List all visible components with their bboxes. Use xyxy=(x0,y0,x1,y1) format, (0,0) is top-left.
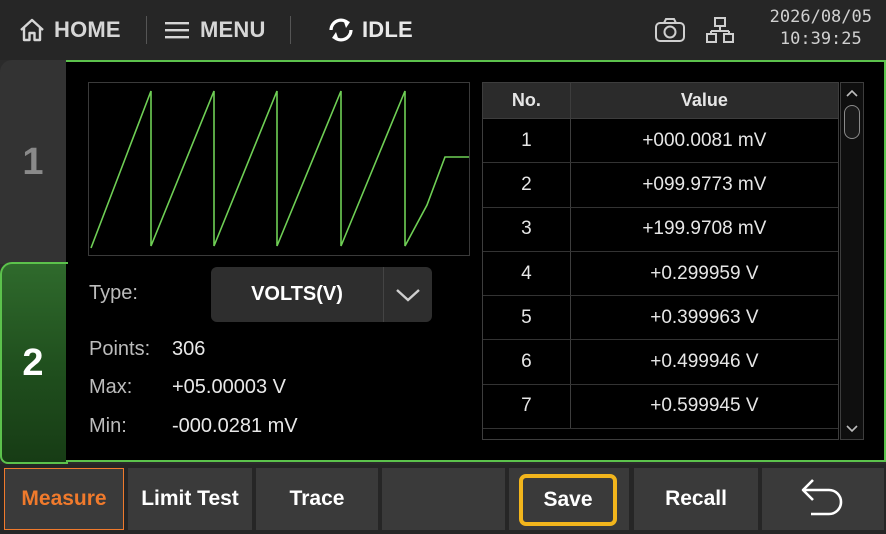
trace-waveform xyxy=(90,90,469,249)
tab-2[interactable]: 2 xyxy=(0,264,66,462)
column-header-no: No. xyxy=(483,83,571,118)
trace-preview xyxy=(88,82,470,256)
row-number: 7 xyxy=(483,384,571,429)
table-row[interactable]: 2 +099.9773 mV xyxy=(483,163,838,208)
camera-icon xyxy=(654,17,686,43)
measure-label: Measure xyxy=(21,487,107,510)
table-row[interactable]: 1 +000.0081 mV xyxy=(483,119,838,164)
row-value: +199.9708 mV xyxy=(642,218,767,240)
row-value: +0.299959 V xyxy=(650,262,759,284)
limit-test-label: Limit Test xyxy=(141,487,239,510)
empty-softkey[interactable] xyxy=(382,468,505,530)
datetime: 2026/08/05 10:39:25 xyxy=(770,6,872,50)
home-button[interactable]: HOME xyxy=(18,0,121,60)
save-button[interactable]: Save xyxy=(519,474,617,526)
tab-1-label: 1 xyxy=(22,140,44,183)
home-icon xyxy=(18,17,46,43)
date-text: 2026/08/05 xyxy=(769,7,872,27)
row-number: 4 xyxy=(483,251,571,296)
measure-button[interactable]: Measure xyxy=(4,468,124,530)
type-dropdown[interactable]: VOLTS(V) xyxy=(211,267,432,322)
hamburger-menu-icon xyxy=(164,19,190,41)
data-table[interactable]: No. Value 1 +000.0081 mV 2 +099.9773 mV 3 +19… xyxy=(482,82,839,440)
network-icon xyxy=(706,16,734,44)
status-indicator: IDLE xyxy=(326,0,413,60)
row-number: 5 xyxy=(483,296,571,340)
table-row[interactable]: 5 +0.399963 V xyxy=(483,296,838,341)
table-row[interactable]: 7 +0.599945 V xyxy=(483,384,838,430)
points-value: 306 xyxy=(172,338,206,360)
scrollbar-thumb[interactable] xyxy=(844,105,860,139)
table-scrollbar[interactable] xyxy=(840,82,864,440)
points-label: Points: xyxy=(89,338,151,360)
menu-label: MENU xyxy=(200,17,266,42)
table-row[interactable]: 3 +199.9708 mV xyxy=(483,207,838,252)
min-label: Min: xyxy=(89,415,127,437)
trace-label: Trace xyxy=(289,487,345,510)
scroll-down-icon[interactable] xyxy=(841,419,863,439)
refresh-icon xyxy=(326,16,356,44)
scroll-up-icon[interactable] xyxy=(841,83,863,103)
row-number: 1 xyxy=(483,119,571,163)
row-value: +0.599945 V xyxy=(650,395,759,417)
trace-button[interactable]: Trace xyxy=(256,468,378,530)
row-number: 2 xyxy=(483,163,571,207)
type-dropdown-value: VOLTS(V) xyxy=(251,283,343,305)
top-bar: HOME MENU IDLE 2026/08/05 10:39:25 xyxy=(0,0,886,60)
row-number: 6 xyxy=(483,340,571,384)
min-value: -000.0281 mV xyxy=(172,415,298,437)
network-status xyxy=(706,0,734,60)
row-number: 3 xyxy=(483,207,571,251)
row-value: +0.499946 V xyxy=(650,351,759,373)
status-label: IDLE xyxy=(362,17,413,42)
table-header: No. Value xyxy=(483,83,838,119)
max-label: Max: xyxy=(89,376,133,398)
back-button[interactable] xyxy=(762,468,884,530)
column-header-value: Value xyxy=(680,90,728,110)
recall-button[interactable]: Recall xyxy=(634,468,758,530)
screenshot-button[interactable] xyxy=(654,0,686,60)
back-arrow-icon xyxy=(797,474,849,524)
menu-button[interactable]: MENU xyxy=(164,0,266,60)
table-row[interactable]: 4 +0.299959 V xyxy=(483,251,838,297)
table-row[interactable]: 6 +0.499946 V xyxy=(483,340,838,385)
max-value: +05.00003 V xyxy=(172,376,286,398)
softkey-bar: Measure Limit Test Trace Save Recall xyxy=(0,464,886,534)
row-value: +000.0081 mV xyxy=(642,129,767,151)
topbar-divider xyxy=(290,16,291,44)
tab-2-label: 2 xyxy=(22,341,44,384)
tab-1[interactable]: 1 xyxy=(0,60,66,264)
limit-test-button[interactable]: Limit Test xyxy=(128,468,252,530)
recall-label: Recall xyxy=(665,487,727,510)
time-text: 10:39:25 xyxy=(779,29,862,49)
home-label: HOME xyxy=(54,17,121,42)
topbar-divider xyxy=(146,16,147,44)
save-label: Save xyxy=(543,488,593,511)
table-body: 1 +000.0081 mV 2 +099.9773 mV 3 +199.9708 mV 4… xyxy=(483,119,838,430)
chevron-down-icon[interactable] xyxy=(384,287,432,303)
row-value: +099.9773 mV xyxy=(642,173,767,195)
row-value: +0.399963 V xyxy=(650,306,759,328)
type-label: Type: xyxy=(89,282,138,304)
